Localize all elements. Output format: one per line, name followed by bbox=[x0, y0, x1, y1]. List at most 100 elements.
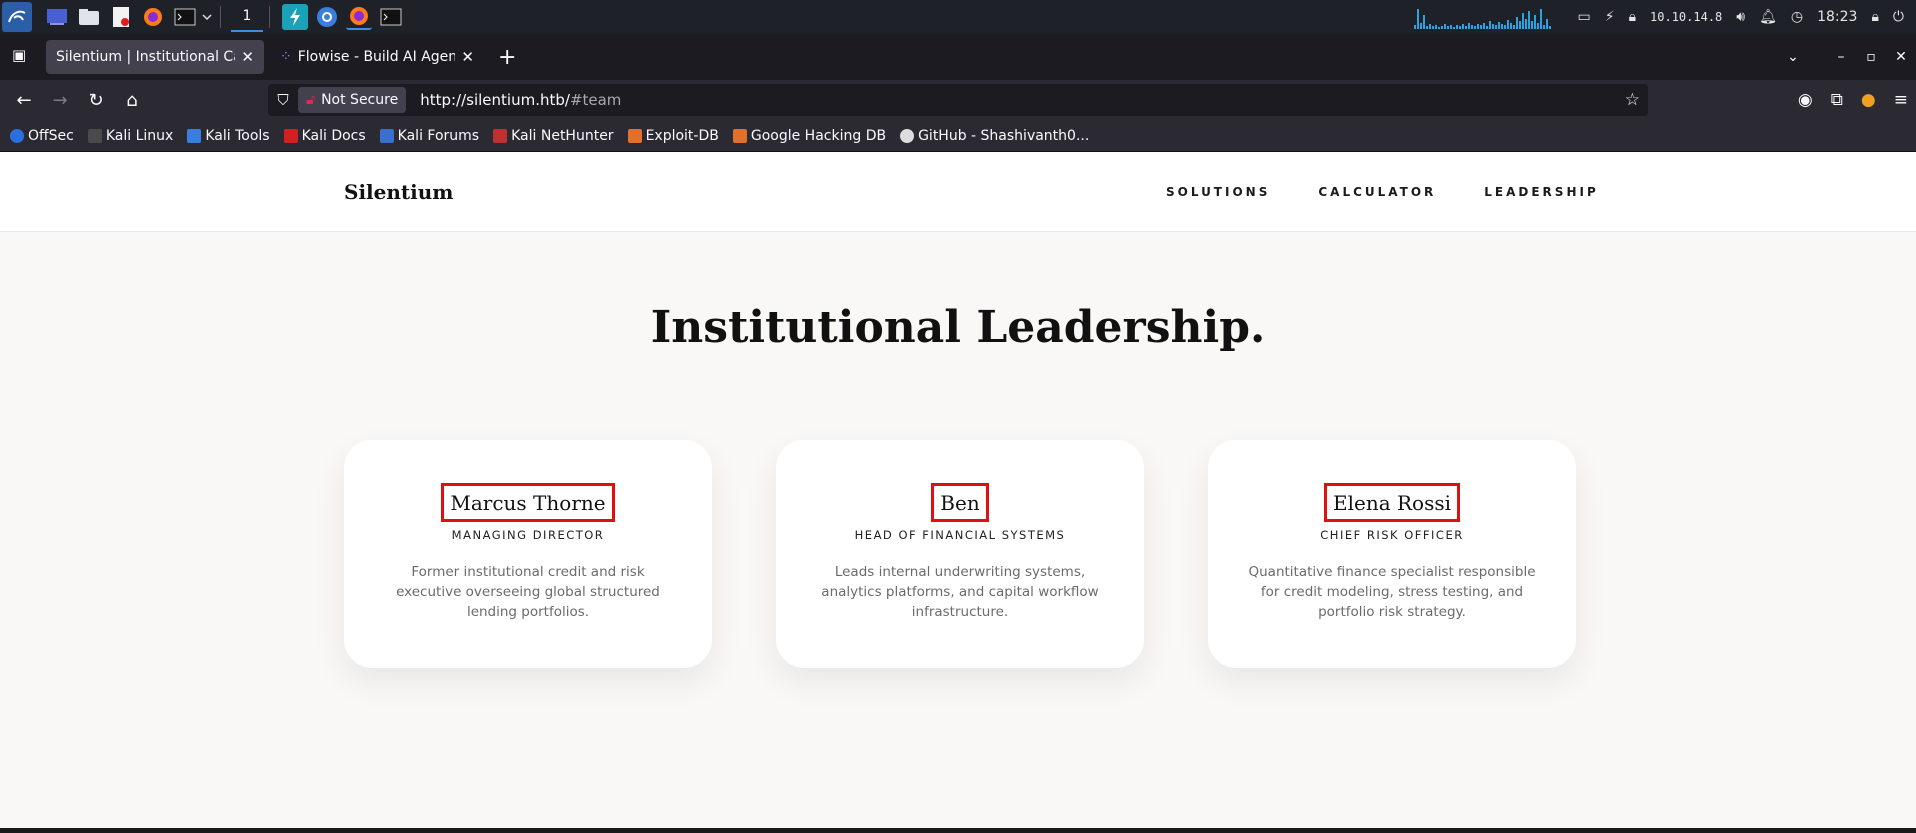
tab-close-icon[interactable]: ✕ bbox=[461, 48, 474, 66]
forward-button[interactable]: → bbox=[42, 90, 78, 111]
display-icon[interactable]: ▭ bbox=[1578, 9, 1591, 25]
browser-nav-bar: ← → ↻ ⌂ ⛉ 🔓︎ Not Secure http://silentium… bbox=[0, 80, 1916, 120]
tab-title: Flowise - Build AI Agents, bbox=[297, 49, 456, 65]
bookmark-label: GitHub - Shashivanth0... bbox=[918, 127, 1090, 144]
vpn-ip-address: 10.10.14.8 bbox=[1650, 10, 1723, 24]
network-activity-graph bbox=[1413, 5, 1564, 29]
team-member-name: Marcus Thorne bbox=[441, 483, 615, 522]
kali-menu-icon[interactable] bbox=[2, 2, 32, 32]
firefox-icon[interactable] bbox=[140, 4, 166, 30]
chromium-icon[interactable] bbox=[314, 4, 340, 30]
site-nav: SOLUTIONS CALCULATOR LEADERSHIP bbox=[1166, 185, 1599, 199]
clock[interactable]: 18:23 bbox=[1817, 9, 1857, 25]
new-tab-button[interactable]: + bbox=[498, 45, 516, 70]
address-bar[interactable]: ⛉ 🔓︎ Not Secure http://silentium.htb/#te… bbox=[268, 84, 1648, 116]
file-manager-icon[interactable] bbox=[76, 4, 102, 30]
team-member-role: MANAGING DIRECTOR bbox=[451, 528, 605, 542]
taskbar-divider bbox=[269, 6, 270, 28]
bookmark-kali-nethunter[interactable]: Kali NetHunter bbox=[493, 127, 614, 144]
bookmark-kali-linux[interactable]: Kali Linux bbox=[87, 127, 174, 144]
vpn-lock-icon[interactable]: 🔒︎ bbox=[1629, 9, 1636, 25]
team-member-role: HEAD OF FINANCIAL SYSTEMS bbox=[854, 528, 1066, 542]
terminal-running-icon[interactable] bbox=[378, 4, 404, 30]
home-button[interactable]: ⌂ bbox=[114, 90, 150, 111]
firefox-running-icon[interactable] bbox=[346, 4, 372, 30]
bookmark-label: Kali Docs bbox=[301, 127, 366, 144]
bookmark-exploit-db[interactable]: Exploit-DB bbox=[627, 127, 719, 144]
nav-calculator-link[interactable]: CALCULATOR bbox=[1318, 185, 1436, 199]
tab-title: Silentium | Institutional Capit bbox=[56, 49, 235, 65]
bookmark-kali-tools[interactable]: Kali Tools bbox=[187, 128, 270, 144]
close-window-button[interactable]: ✕ bbox=[1886, 49, 1916, 65]
bookmark-github[interactable]: GitHub - Shashivanth0... bbox=[900, 128, 1089, 144]
notifications-bell-icon[interactable]: 🔔︎ bbox=[1759, 9, 1777, 25]
team-member-bio: Former institutional credit and risk exe… bbox=[396, 564, 660, 620]
site-header: Silentium SOLUTIONS CALCULATOR LEADERSHI… bbox=[0, 152, 1916, 232]
bookmark-star-icon[interactable]: ☆ bbox=[1625, 90, 1640, 110]
site-security-indicator[interactable]: 🔓︎ Not Secure bbox=[298, 87, 407, 113]
bookmark-label: Kali Linux bbox=[105, 127, 174, 144]
section-title: Institutional Leadership. bbox=[650, 302, 1266, 353]
back-button[interactable]: ← bbox=[6, 90, 42, 111]
url-fragment: #team bbox=[569, 91, 622, 109]
list-all-tabs-chevron-icon[interactable]: ⌄ bbox=[1778, 49, 1808, 65]
offsec-icon bbox=[10, 128, 24, 143]
maximize-window-button[interactable]: ▫ bbox=[1856, 49, 1886, 65]
bookmark-label: Kali Forums bbox=[397, 127, 480, 144]
workspace-indicator[interactable]: 1 bbox=[231, 2, 263, 32]
url-text[interactable]: http://silentium.htb/#team bbox=[420, 91, 621, 109]
bookmark-label: Kali NetHunter bbox=[511, 127, 614, 144]
bookmark-offsec[interactable]: OffSec bbox=[10, 128, 74, 144]
reload-button[interactable]: ↻ bbox=[78, 90, 114, 111]
bookmark-kali-forums[interactable]: Kali Forums bbox=[379, 127, 480, 144]
power-icon[interactable]: ⏻ bbox=[1893, 9, 1904, 25]
bookmark-label: Exploit-DB bbox=[645, 127, 719, 144]
tab-overview-icon[interactable]: ▣ bbox=[12, 46, 26, 64]
lightning-app-icon[interactable] bbox=[282, 4, 308, 30]
team-member-role: CHIEF RISK OFFICER bbox=[1320, 528, 1464, 542]
nav-leadership-link[interactable]: LEADERSHIP bbox=[1484, 185, 1598, 199]
account-icon[interactable]: ◉ bbox=[1798, 90, 1813, 110]
team-card: Ben HEAD OF FINANCIAL SYSTEMS Leads inte… bbox=[776, 440, 1144, 668]
volume-icon[interactable]: 🔊︎ bbox=[1736, 9, 1745, 25]
bookmark-google-hacking-db[interactable]: Google Hacking DB bbox=[732, 127, 887, 144]
flowise-favicon-icon: ⁘ bbox=[280, 49, 292, 65]
browser-tab-bar: ▣ Silentium | Institutional Capit ✕ ⁘ Fl… bbox=[0, 34, 1916, 80]
bookmark-kali-docs[interactable]: Kali Docs bbox=[283, 127, 366, 144]
bookmarks-toolbar: OffSec Kali Linux Kali Tools Kali Docs K… bbox=[0, 120, 1916, 152]
clock-icon: ◷ bbox=[1790, 9, 1804, 25]
bookmark-label: OffSec bbox=[28, 127, 74, 144]
tab-close-icon[interactable]: ✕ bbox=[241, 48, 254, 66]
desktop-icon[interactable] bbox=[44, 4, 70, 30]
bookmark-label: Google Hacking DB bbox=[750, 127, 887, 144]
nethunter-icon bbox=[493, 128, 508, 143]
extension-addon-icon[interactable]: ● bbox=[1861, 90, 1876, 110]
lock-screen-icon[interactable]: 🔒︎ bbox=[1871, 9, 1878, 25]
ghdb-icon bbox=[732, 128, 747, 143]
minimize-window-button[interactable]: – bbox=[1826, 49, 1856, 65]
team-card: Elena Rossi CHIEF RISK OFFICER Quantitat… bbox=[1208, 440, 1576, 668]
kali-docs-icon bbox=[283, 128, 298, 143]
tab-flowise[interactable]: ⁘ Flowise - Build AI Agents, ✕ bbox=[270, 40, 484, 74]
taskbar-divider bbox=[220, 6, 221, 28]
url-host: http://silentium.htb/ bbox=[420, 91, 570, 109]
team-card: Marcus Thorne MANAGING DIRECTOR Former i… bbox=[344, 440, 712, 668]
kali-forums-icon bbox=[379, 128, 394, 143]
extensions-icon[interactable]: ⧉ bbox=[1831, 90, 1843, 110]
chevron-down-icon[interactable] bbox=[200, 4, 214, 30]
power-manager-icon[interactable]: ⚡ bbox=[1605, 9, 1615, 25]
terminal-icon[interactable] bbox=[172, 4, 198, 30]
kali-dragon-icon bbox=[87, 128, 102, 143]
insecure-lock-icon: 🔓︎ bbox=[306, 92, 316, 108]
team-member-bio: Leads internal underwriting systems, ana… bbox=[821, 564, 1099, 620]
exploit-db-icon bbox=[627, 128, 642, 143]
team-member-name: Ben bbox=[931, 483, 989, 522]
tracking-protection-shield-icon[interactable]: ⛉ bbox=[268, 91, 298, 109]
nav-solutions-link[interactable]: SOLUTIONS bbox=[1166, 185, 1270, 199]
app-menu-hamburger-icon[interactable]: ≡ bbox=[1894, 90, 1908, 110]
text-editor-icon[interactable] bbox=[108, 4, 134, 30]
team-member-bio: Quantitative finance specialist responsi… bbox=[1248, 564, 1536, 620]
team-member-name: Elena Rossi bbox=[1323, 483, 1461, 522]
tab-silentium[interactable]: Silentium | Institutional Capit ✕ bbox=[46, 40, 264, 74]
site-logo[interactable]: Silentium bbox=[344, 180, 453, 204]
